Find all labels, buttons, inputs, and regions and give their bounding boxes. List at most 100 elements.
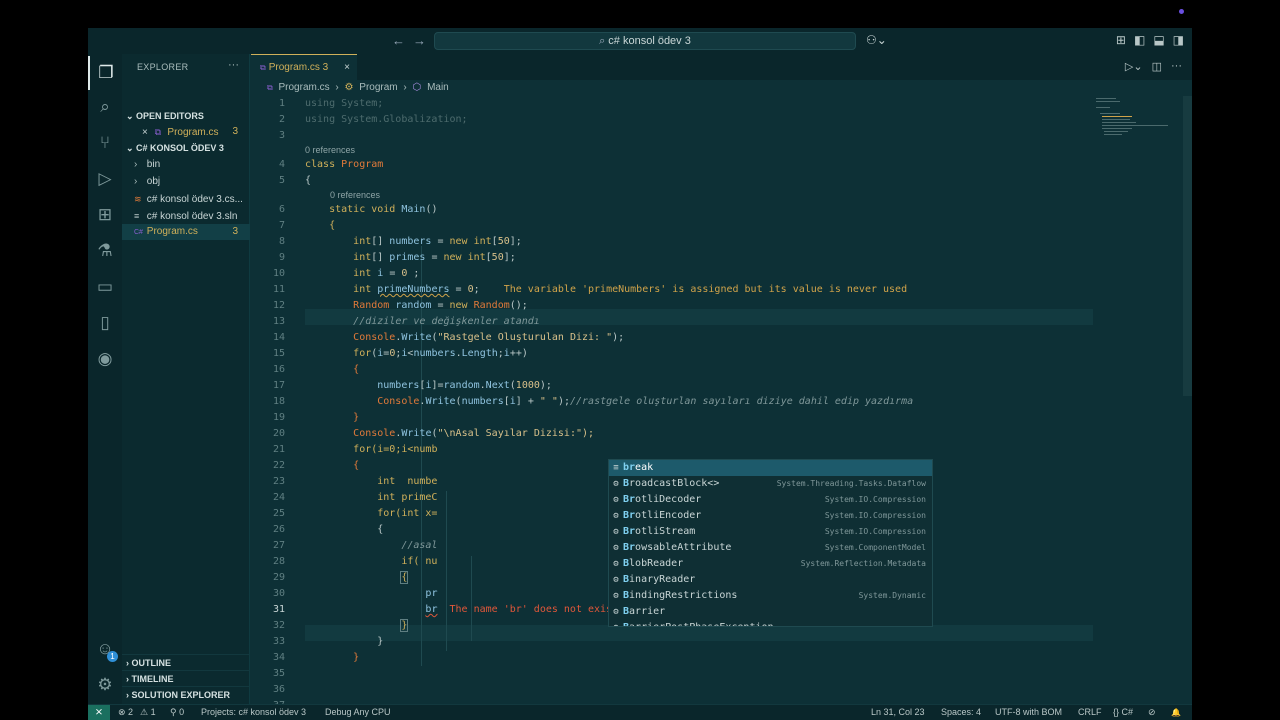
- suggestion-label: BrowsableAttribute: [623, 542, 732, 553]
- breadcrumb-method[interactable]: Main: [427, 82, 449, 93]
- code-fragment: for(i=0;i<numb: [353, 444, 438, 455]
- code-lens-references[interactable]: 0 references: [305, 144, 355, 156]
- tree-folder-bin[interactable]: › bin: [122, 157, 250, 173]
- tree-file-csproj[interactable]: ≋ c# konsol ödev 3.cs...: [122, 191, 250, 207]
- suggestion-item[interactable]: ⚙ BinaryReader: [609, 572, 932, 588]
- code-fragment: pr: [425, 588, 438, 599]
- language-mode[interactable]: {} C#: [1113, 705, 1133, 720]
- line-number: 20: [272, 428, 285, 439]
- code-lens-references[interactable]: 0 references: [330, 189, 380, 201]
- ports-count[interactable]: ⚲ 0: [170, 705, 184, 720]
- github-icon[interactable]: ◉: [88, 342, 122, 376]
- line-number: 31: [272, 604, 285, 615]
- vertical-scrollbar[interactable]: [1183, 96, 1192, 396]
- toggle-panel-icon[interactable]: ⬓: [1153, 33, 1164, 47]
- file-encoding[interactable]: UTF-8 with BOM: [995, 705, 1062, 720]
- open-editors-section[interactable]: ⌄ OPEN EDITORS: [122, 108, 250, 124]
- back-icon[interactable]: ←: [392, 33, 405, 48]
- toggle-sidebar-icon[interactable]: ◧: [1134, 33, 1145, 47]
- extensions-icon[interactable]: ⊞: [88, 198, 122, 232]
- remote-explorer-icon[interactable]: ▭: [88, 270, 122, 304]
- suggestion-item[interactable]: ⚙ BrotliStream System.IO.Compression: [609, 524, 932, 540]
- line-number: 25: [272, 508, 285, 519]
- timeline-section[interactable]: › TIMELINE: [122, 670, 250, 686]
- line-number: 26: [272, 524, 285, 535]
- suggestion-item[interactable]: ⚙ BlobReader System.Reflection.Metadata: [609, 556, 932, 572]
- code-fragment: int numbe: [377, 476, 438, 487]
- suggestion-label: BrotliStream: [623, 526, 696, 537]
- suggestion-item[interactable]: ⚙ BindingRestrictions System.Dynamic: [609, 588, 932, 604]
- suggestion-label: BroadcastBlock<>: [623, 478, 720, 489]
- settings-gear-icon[interactable]: ⚙: [88, 668, 122, 702]
- close-icon[interactable]: ×: [142, 127, 148, 138]
- explorer-icon[interactable]: ❐: [88, 56, 122, 90]
- close-icon[interactable]: ×: [344, 55, 350, 80]
- accounts-icon[interactable]: ☺ 1: [88, 632, 122, 666]
- suggestion-item[interactable]: ⚙ Barrier: [609, 604, 932, 620]
- inline-warning: The variable 'primeNumbers' is assigned …: [503, 284, 908, 295]
- line-number: 32: [272, 620, 285, 631]
- code-fragment: int primeC: [377, 492, 438, 503]
- suggestion-item[interactable]: ⚙ BrotliDecoder System.IO.Compression: [609, 492, 932, 508]
- copilot-icon[interactable]: ⚇⌄: [866, 33, 887, 47]
- chevron-right-icon: ›: [403, 82, 407, 93]
- run-icon[interactable]: ▷⌄: [1125, 60, 1143, 73]
- solution-explorer-section[interactable]: › SOLUTION EXPLORER: [122, 686, 250, 702]
- csharp-file-icon: ⧉: [154, 127, 162, 137]
- outline-section[interactable]: › OUTLINE: [122, 654, 250, 670]
- line-number: 16: [272, 364, 285, 375]
- line-number: 12: [272, 300, 285, 311]
- forward-icon[interactable]: →: [413, 33, 426, 48]
- source-control-icon[interactable]: ⑂: [88, 126, 122, 160]
- line-number: 17: [272, 380, 285, 391]
- suggestion-label: BinaryReader: [623, 574, 696, 585]
- suggestion-item[interactable]: ⚙ BroadcastBlock<> System.Threading.Tasks.…: [609, 476, 932, 492]
- tree-file-sln[interactable]: ≡ c# konsol ödev 3.sln: [122, 208, 250, 224]
- tab-bar: ⧉ Program.cs 3 × ▷⌄ ◫ ···: [251, 54, 1192, 80]
- tree-folder-obj[interactable]: › obj: [122, 174, 250, 190]
- suggestion-item[interactable]: ⚙ BrowsableAttribute System.ComponentModel: [609, 540, 932, 556]
- project-section[interactable]: ⌄ C# KONSOL ÖDEV 3: [122, 140, 250, 156]
- search-icon[interactable]: ⌕: [88, 90, 122, 124]
- remote-indicator-icon[interactable]: ⨯: [88, 705, 110, 720]
- line-number: 7: [278, 220, 285, 231]
- suggestion-item[interactable]: ⚙BarrierPostPhaseException: [609, 620, 932, 626]
- class-icon: ⚙: [613, 543, 619, 553]
- suggestion-widget[interactable]: ≡ break ⚙ BroadcastBlock<> System.Threading.…: [608, 459, 933, 627]
- open-editor-item[interactable]: × ⧉ Program.cs 3: [122, 124, 250, 140]
- tree-file-program[interactable]: C# Program.cs 3: [122, 224, 250, 240]
- build-configuration[interactable]: Debug Any CPU: [325, 705, 391, 720]
- bell-icon[interactable]: 🔔: [1171, 705, 1181, 720]
- projects-status[interactable]: Projects: c# konsol ödev 3: [201, 705, 306, 720]
- customize-layout-icon[interactable]: ⊞: [1116, 33, 1126, 47]
- tree-item-label: Program.cs: [146, 226, 198, 237]
- suggestion-item[interactable]: ≡ break: [609, 460, 932, 476]
- cursor-position[interactable]: Ln 31, Col 23: [871, 705, 925, 720]
- project-label: C# KONSOL ÖDEV 3: [136, 143, 224, 153]
- suggestion-detail: System.IO.Compression: [824, 527, 926, 536]
- more-actions-icon[interactable]: ···: [1171, 60, 1182, 73]
- warnings-count[interactable]: ⚠ 1: [140, 705, 156, 720]
- tab-program-cs[interactable]: ⧉ Program.cs 3 ×: [251, 54, 357, 80]
- split-editor-icon[interactable]: ◫: [1152, 60, 1162, 73]
- feedback-icon[interactable]: ⊘: [1148, 705, 1156, 720]
- tree-item-label: c# konsol ödev 3.cs...: [146, 194, 243, 205]
- line-number: 27: [272, 540, 285, 551]
- end-of-line[interactable]: CRLF: [1078, 705, 1102, 720]
- suggestion-item[interactable]: ⚙ BrotliEncoder System.IO.Compression: [609, 508, 932, 524]
- indentation[interactable]: Spaces: 4: [941, 705, 981, 720]
- run-debug-icon[interactable]: ▷: [88, 162, 122, 196]
- breadcrumb-file[interactable]: Program.cs: [279, 82, 330, 93]
- explorer-sidebar: EXPLORER ··· ⌄ OPEN EDITORS × ⧉ Program.…: [122, 54, 250, 704]
- command-center-search[interactable]: ⌕ c# konsol ödev 3: [434, 32, 856, 50]
- breadcrumb-class[interactable]: Program: [359, 82, 397, 93]
- line-number: 3: [278, 130, 285, 141]
- errors-count[interactable]: ⊗ 2: [118, 705, 133, 720]
- minimap[interactable]: [1096, 96, 1186, 156]
- toggle-secondary-sidebar-icon[interactable]: ◨: [1173, 33, 1184, 47]
- book-icon[interactable]: ▯: [88, 306, 122, 340]
- recording-indicator: [1179, 9, 1184, 14]
- testing-icon[interactable]: ⚗: [88, 234, 122, 268]
- suggestion-label: BrotliDecoder: [623, 494, 702, 505]
- more-actions-icon[interactable]: ···: [228, 59, 239, 71]
